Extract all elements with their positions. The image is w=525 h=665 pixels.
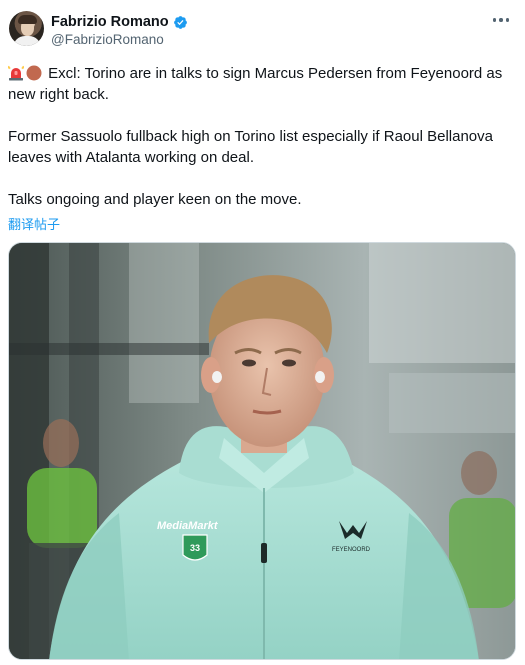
user-handle[interactable]: @FabrizioRomano <box>51 32 164 47</box>
translate-post-link[interactable]: 翻译帖子 <box>8 214 60 233</box>
tweet-text: Excl: Torino are in talks to sign Marcus… <box>8 63 513 210</box>
player-photo-illustration: MediaMarkt 33 FEYENOORD <box>9 243 515 659</box>
tweet-line-1: Excl: Torino are in talks to sign Marcus… <box>8 65 503 103</box>
tweet-header: Fabrizio Romano @FabrizioRomano <box>9 11 515 51</box>
more-horizontal-icon[interactable] <box>491 14 511 26</box>
display-name[interactable]: Fabrizio Romano <box>51 14 169 30</box>
verified-badge-icon <box>173 15 187 29</box>
avatar[interactable] <box>9 11 44 46</box>
jacket-sponsor-text: MediaMarkt <box>157 520 219 532</box>
avatar-body-shape <box>13 36 41 46</box>
police-car-light-emoji <box>8 65 24 81</box>
tweet-photo[interactable]: MediaMarkt 33 FEYENOORD <box>8 242 516 660</box>
tweet-paragraph-1: Excl: Torino are in talks to sign Marcus… <box>8 63 513 105</box>
tweet-paragraph-3: Talks ongoing and player keen on the mov… <box>8 191 302 208</box>
avatar-hair-shape <box>18 15 37 24</box>
name-row: Fabrizio Romano <box>51 14 188 30</box>
tweet-paragraph-2: Former Sassuolo fullback high on Torino … <box>8 128 493 166</box>
brown-circle-emoji <box>26 65 42 81</box>
club-name-text: FEYENOORD <box>332 547 371 553</box>
shirt-number-text: 33 <box>190 543 200 553</box>
